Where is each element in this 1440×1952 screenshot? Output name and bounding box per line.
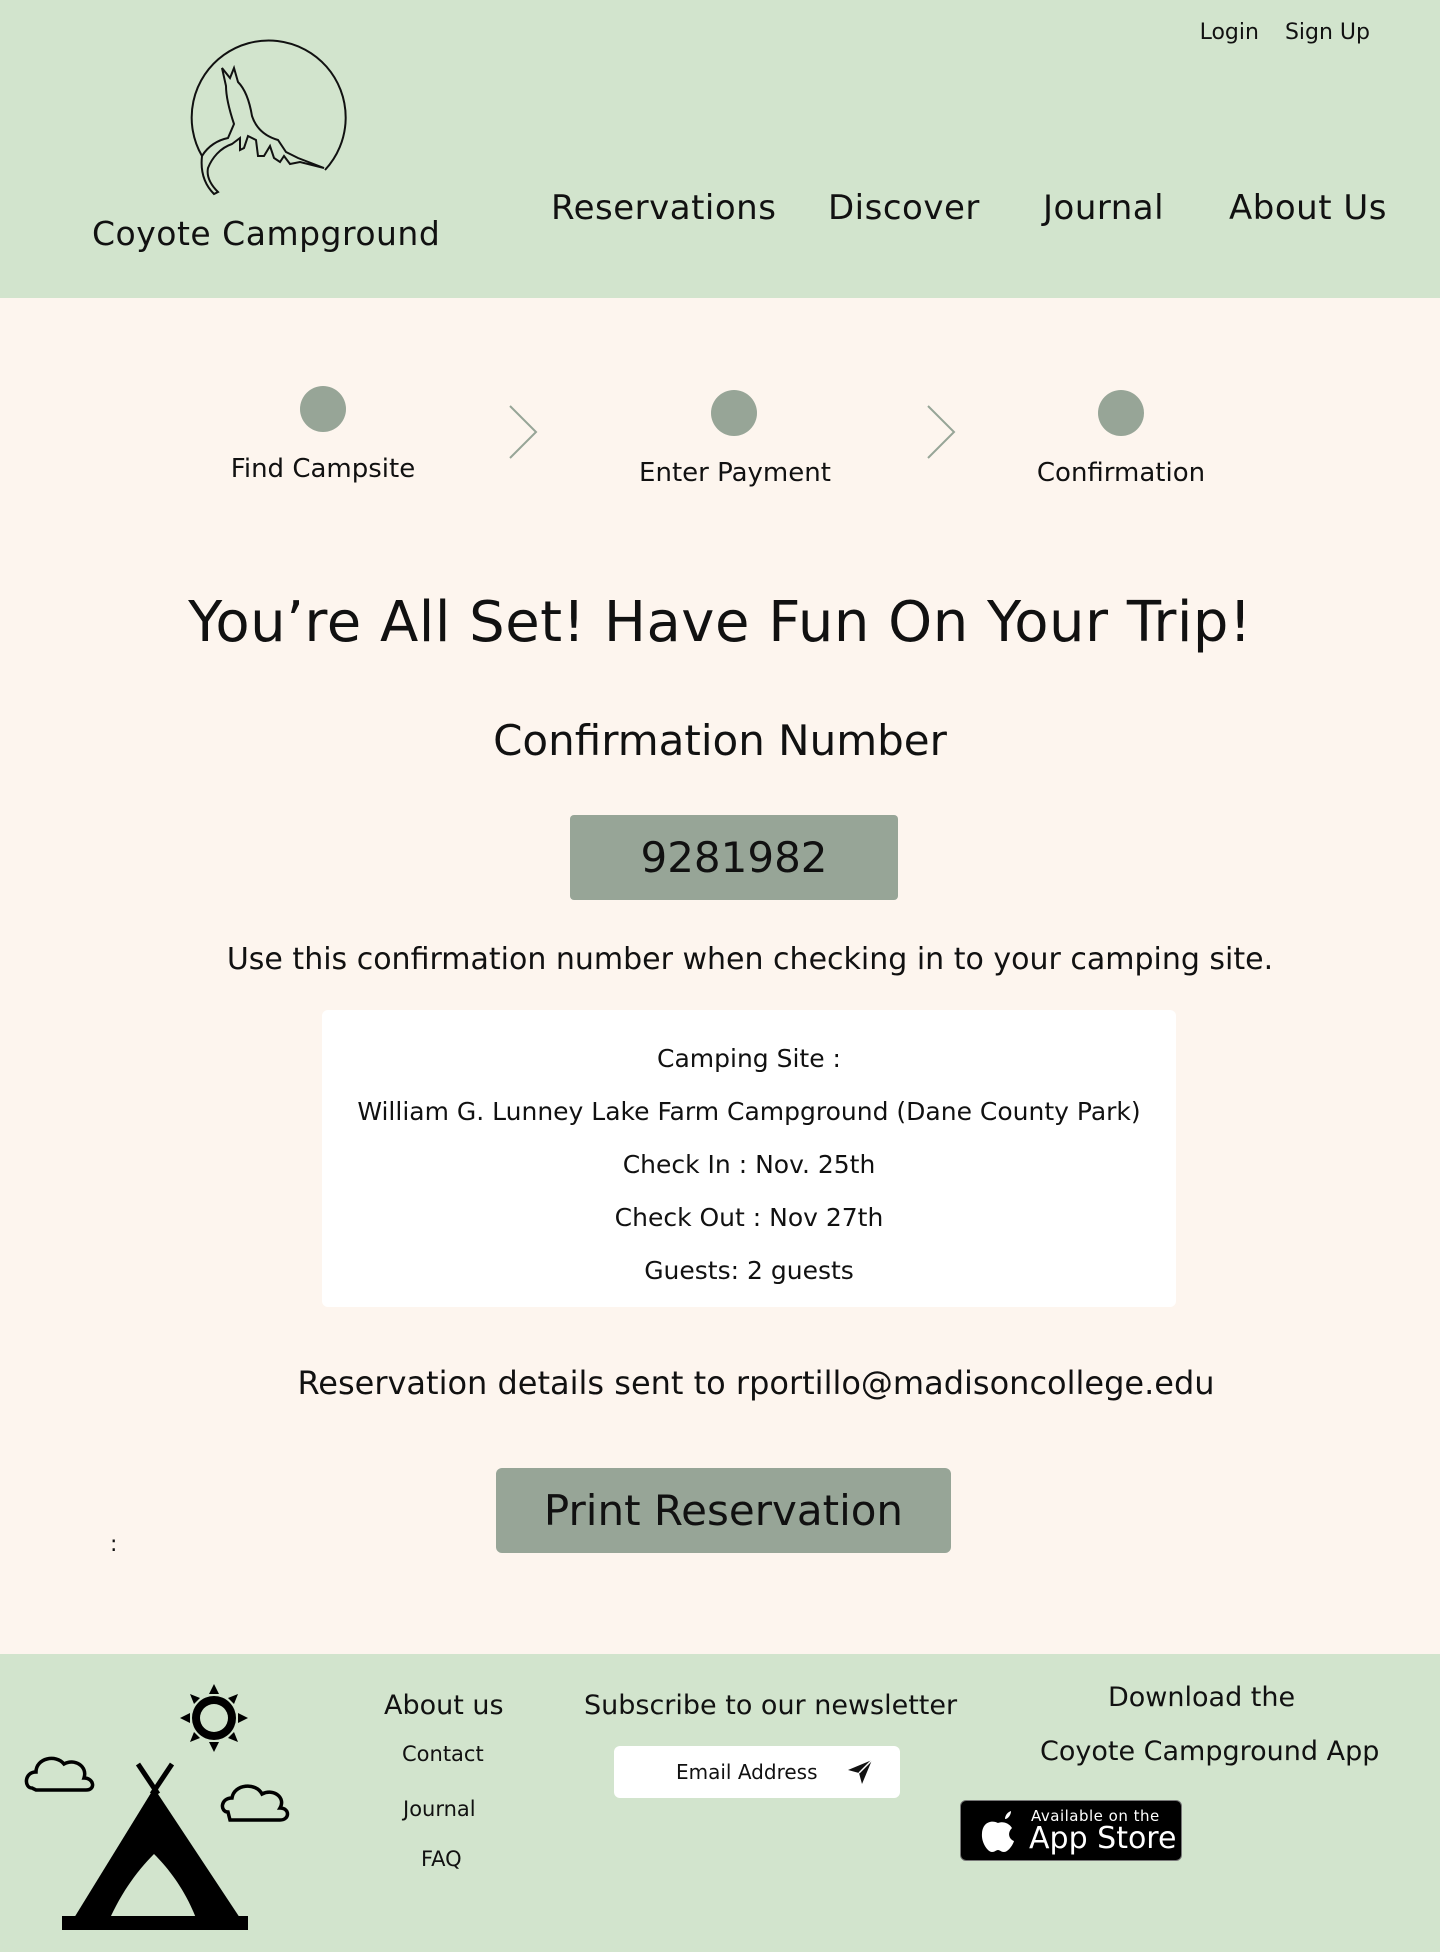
footer-link-faq[interactable]: FAQ [421, 1847, 462, 1871]
newsletter-title: Subscribe to our newsletter [584, 1690, 958, 1721]
download-title-line2: Coyote Campground App [1040, 1736, 1380, 1767]
step-label-confirmation: Confirmation [1036, 458, 1206, 488]
email-input[interactable] [676, 1760, 836, 1784]
newsletter-email-field[interactable] [614, 1746, 900, 1798]
app-badge-big-text: App Store [1029, 1821, 1177, 1856]
chevron-right-icon [509, 405, 538, 459]
confirmation-number: 9281982 [570, 815, 898, 900]
app-store-badge[interactable]: Available on the App Store [960, 1800, 1182, 1861]
step-dot-confirmation [1098, 390, 1144, 436]
print-reservation-button[interactable]: Print Reservation [496, 1468, 951, 1553]
reservation-details-card: Camping Site : William G. Lunney Lake Fa… [322, 1010, 1176, 1307]
step-dot-enter-payment [711, 390, 757, 436]
footer-link-journal[interactable]: Journal [403, 1797, 476, 1821]
auth-links: Login Sign Up [1200, 20, 1370, 45]
camping-site-name: William G. Lunney Lake Farm Campground (… [357, 1097, 1141, 1126]
apple-logo-icon [981, 1811, 1014, 1852]
step-dot-find-campsite [300, 386, 346, 432]
send-icon[interactable] [846, 1758, 874, 1786]
coyote-logo-icon[interactable] [160, 28, 360, 208]
brand-name: Coyote Campground [92, 214, 441, 253]
guest-count: Guests: 2 guests [644, 1256, 854, 1285]
login-link[interactable]: Login [1200, 20, 1259, 45]
tent-camping-icon [24, 1684, 290, 1930]
stray-text: : [110, 1532, 118, 1557]
chevron-right-icon [927, 405, 956, 459]
footer-about-title: About us [384, 1690, 504, 1721]
nav-item-reservations[interactable]: Reservations [551, 188, 776, 228]
check-out-date: Check Out : Nov 27th [614, 1203, 884, 1232]
nav-item-about-us[interactable]: About Us [1229, 188, 1387, 228]
camping-site-label: Camping Site : [657, 1044, 841, 1073]
step-label-enter-payment: Enter Payment [639, 458, 831, 488]
page-title: You’re All Set! Have Fun On Your Trip! [188, 590, 1252, 655]
email-sent-notice: Reservation details sent to rportillo@ma… [297, 1364, 1215, 1402]
site-footer: About us Contact Journal FAQ Subscribe t… [0, 1654, 1440, 1952]
step-label-find-campsite: Find Campsite [230, 454, 416, 484]
download-title-line1: Download the [1108, 1682, 1296, 1713]
confirmation-note: Use this confirmation number when checki… [226, 942, 1274, 977]
nav-item-journal[interactable]: Journal [1043, 188, 1164, 228]
footer-link-contact[interactable]: Contact [402, 1742, 484, 1766]
confirmation-title: Confirmation Number [493, 716, 947, 765]
nav-item-discover[interactable]: Discover [828, 188, 980, 228]
check-in-date: Check In : Nov. 25th [622, 1150, 876, 1179]
signup-link[interactable]: Sign Up [1285, 20, 1370, 45]
site-header: Coyote Campground Login Sign Up Reservat… [0, 0, 1440, 298]
